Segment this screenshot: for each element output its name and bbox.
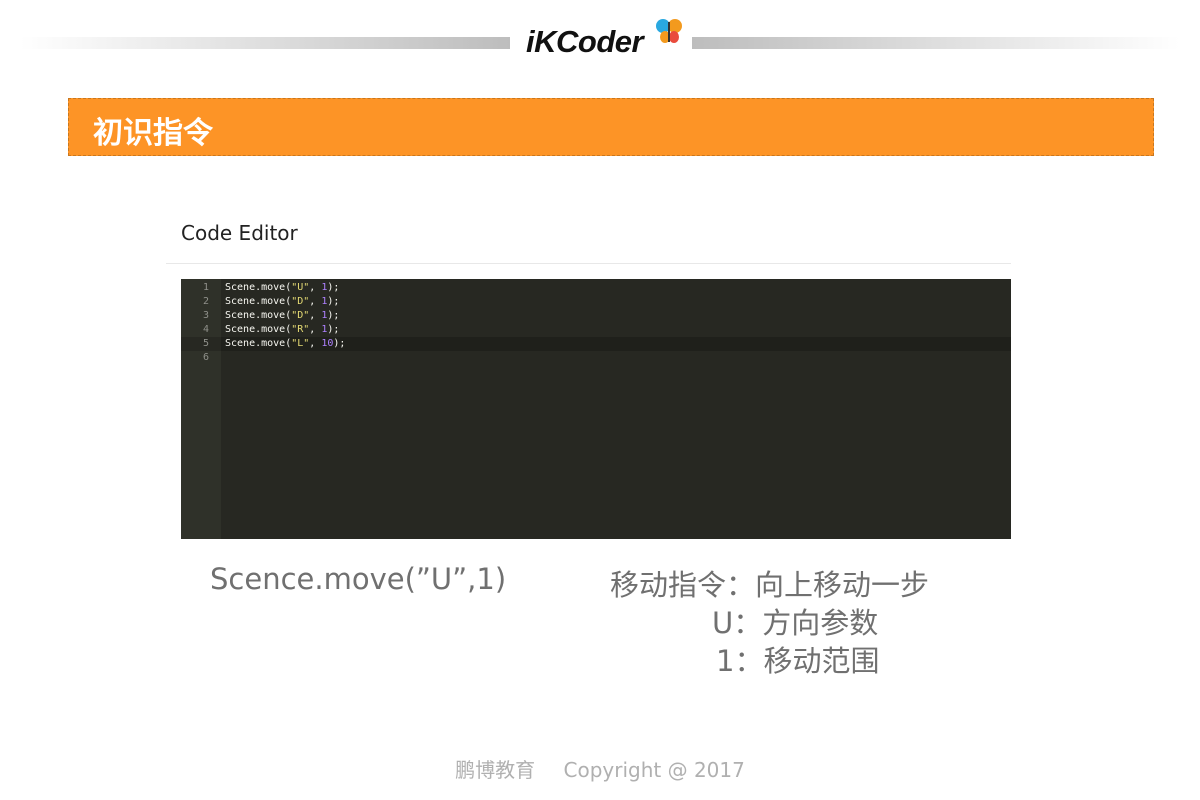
code-line[interactable]: 4 Scene.move("R", 1); — [181, 323, 1011, 337]
footer-org: 鹏博教育 — [455, 758, 536, 782]
code-token-suffix: ); — [327, 282, 340, 293]
code-token-prefix: Scene.move( — [225, 310, 292, 321]
code-text: Scene.move("L", 10); — [225, 337, 345, 351]
code-token-num-arg: 10 — [321, 338, 334, 349]
code-token-str: "D" — [291, 310, 310, 321]
code-token-str: "U" — [291, 282, 310, 293]
code-line[interactable]: 2 Scene.move("D", 1); — [181, 295, 1011, 309]
code-line[interactable]: 6 — [181, 351, 1011, 365]
butterfly-icon — [656, 19, 682, 43]
code-token-str: "D" — [291, 296, 310, 307]
slide: iKCoder 初识指令 Code Editor 1 Scene.move("U"… — [0, 0, 1200, 800]
code-token-prefix: Scene.move( — [225, 282, 292, 293]
code-text: Scene.move("D", 1); — [225, 309, 339, 323]
code-token-sep: , — [309, 324, 322, 335]
line-number: 2 — [202, 296, 209, 307]
line-number: 6 — [202, 352, 209, 363]
ikcoder-logo: iKCoder — [526, 18, 686, 62]
code-line[interactable]: 5 Scene.move("L", 10); — [181, 337, 1011, 351]
explanation-line-direction: U：方向参数 — [712, 606, 879, 640]
line-number: 1 — [202, 282, 209, 293]
code-line[interactable]: 3 Scene.move("D", 1); — [181, 309, 1011, 323]
code-token-suffix: ); — [327, 296, 340, 307]
code-token-prefix: Scene.move( — [225, 296, 292, 307]
code-token-str: "L" — [291, 338, 310, 349]
line-number: 3 — [202, 310, 209, 321]
code-token-prefix: Scene.move( — [225, 338, 292, 349]
code-token-prefix: Scene.move( — [225, 324, 292, 335]
header-rule-right — [692, 37, 1180, 49]
code-token-str: "R" — [291, 324, 310, 335]
slide-title: 初识指令 — [93, 116, 213, 151]
code-token-suffix: ); — [333, 338, 346, 349]
code-token-sep: , — [309, 310, 322, 321]
explanation-line-range: 1：移动范围 — [716, 644, 880, 678]
heading-divider — [166, 263, 1011, 264]
explanation-line-command: 移动指令：向上移动一步 — [610, 568, 930, 602]
code-line[interactable]: 1 Scene.move("U", 1); — [181, 281, 1011, 295]
example-code: Scence.move(”U”,1) — [210, 562, 507, 596]
code-token-sep: , — [309, 282, 322, 293]
code-text: Scene.move("U", 1); — [225, 281, 339, 295]
code-editor[interactable]: 1 Scene.move("U", 1); 2 Scene.move("D", 1);… — [181, 279, 1011, 539]
line-number: 4 — [202, 324, 209, 335]
title-banner: 初识指令 — [68, 98, 1154, 156]
logo-text: iKCoder — [526, 24, 644, 59]
footer-copyright: Copyright @ 2017 — [563, 758, 745, 782]
code-token-sep: , — [309, 338, 322, 349]
line-number: 5 — [181, 337, 221, 351]
footer: 鹏博教育 Copyright @ 2017 — [0, 754, 1200, 783]
code-editor-heading: Code Editor — [181, 221, 298, 245]
code-token-sep: , — [309, 296, 322, 307]
code-token-suffix: ); — [327, 324, 340, 335]
header-rule-left — [20, 37, 510, 49]
code-text: Scene.move("R", 1); — [225, 323, 339, 337]
code-text: Scene.move("D", 1); — [225, 295, 339, 309]
code-token-suffix: ); — [327, 310, 340, 321]
